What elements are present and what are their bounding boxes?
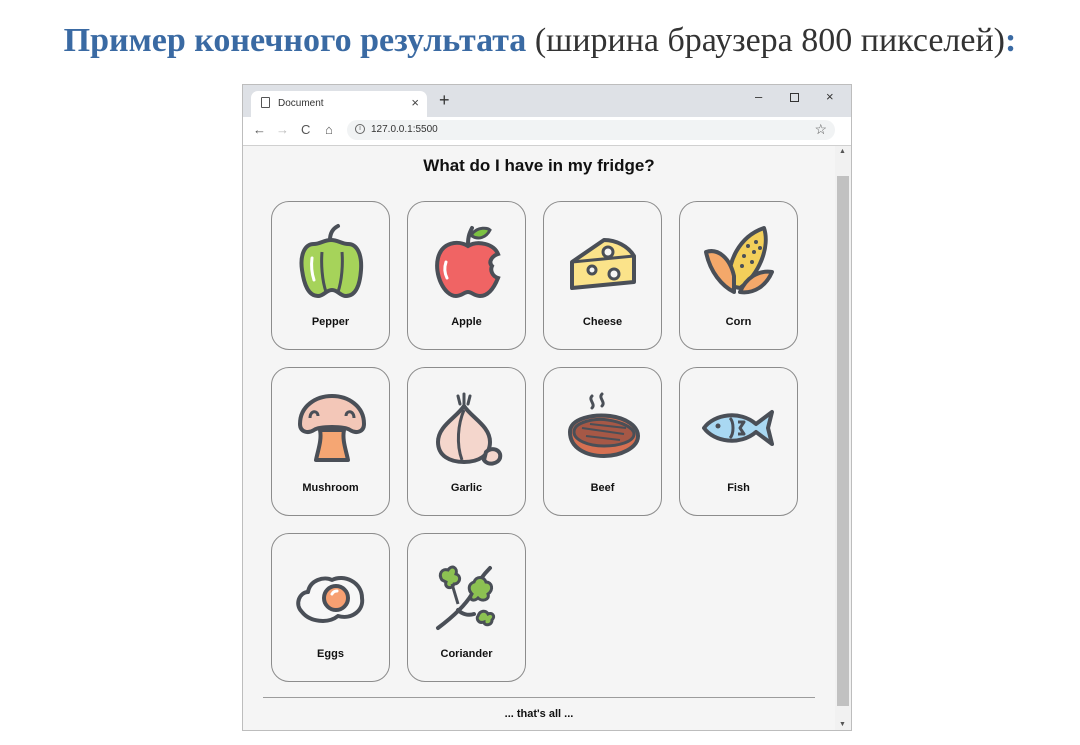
heading-highlight: Пример конечного результата <box>63 22 527 59</box>
page-title: What do I have in my fridge? <box>423 156 655 175</box>
site-info-icon[interactable]: i <box>355 124 365 134</box>
mushroom-icon <box>298 394 366 462</box>
garlic-icon <box>436 392 503 466</box>
coriander-icon <box>436 565 496 630</box>
bookmark-star-icon[interactable]: ☆ <box>814 121 827 138</box>
tab-document[interactable]: Document × <box>251 91 427 117</box>
food-label: Apple <box>451 316 482 328</box>
scroll-down-arrow-icon[interactable]: ▼ <box>839 721 846 728</box>
minimize-button[interactable]: – <box>755 90 762 104</box>
food-card-coriander[interactable]: Coriander <box>407 533 526 682</box>
cheese-icon <box>570 238 636 290</box>
food-label: Coriander <box>440 648 493 660</box>
instruction-heading: Пример конечного результата (ширина брау… <box>0 22 1080 60</box>
tab-close-button[interactable]: × <box>411 96 419 110</box>
home-button[interactable]: ⌂ <box>325 122 333 138</box>
food-card-pepper[interactable]: Pepper <box>271 201 390 350</box>
food-label: Fish <box>727 482 750 494</box>
food-label: Garlic <box>450 482 483 494</box>
food-label: Beef <box>590 482 615 494</box>
heading-colon: : <box>1005 22 1017 59</box>
food-card-garlic[interactable]: Garlic <box>407 367 526 516</box>
maximize-button[interactable] <box>790 93 799 102</box>
scroll-thumb[interactable] <box>837 176 849 706</box>
food-card-apple[interactable]: Apple <box>407 201 526 350</box>
address-bar[interactable]: i 127.0.0.1:5500 ☆ <box>347 120 835 140</box>
food-label: Eggs <box>317 648 344 660</box>
tab-bar: Document × + – × <box>243 85 851 117</box>
new-tab-button[interactable]: + <box>439 90 450 110</box>
food-card-mushroom[interactable]: Mushroom <box>271 367 390 516</box>
page-viewport: What do I have in my fridge? Pepper Appl… <box>243 146 835 730</box>
vertical-scrollbar[interactable]: ▲ ▼ <box>835 146 851 730</box>
tab-title: Document <box>278 98 324 109</box>
fish-icon <box>702 410 774 446</box>
food-card-corn[interactable]: Corn <box>679 201 798 350</box>
scroll-up-arrow-icon[interactable]: ▲ <box>839 148 846 155</box>
browser-toolbar: ← → C ⌂ i 127.0.0.1:5500 ☆ <box>243 117 851 146</box>
pepper-icon <box>299 224 364 299</box>
url-text: 127.0.0.1:5500 <box>371 124 438 135</box>
document-icon <box>261 97 270 108</box>
eggs-icon <box>296 576 365 623</box>
footer-text: ... that's all ... <box>504 708 574 720</box>
back-button[interactable]: ← <box>253 122 266 138</box>
food-label: Corn <box>725 316 752 328</box>
food-card-cheese[interactable]: Cheese <box>543 201 662 350</box>
browser-window: Document × + – × ← → C ⌂ i 127.0.0.1:550… <box>242 84 852 731</box>
apple-icon <box>435 226 501 299</box>
footer-divider <box>263 697 815 698</box>
beef-icon <box>567 392 641 459</box>
reload-button[interactable]: C <box>301 122 310 138</box>
heading-rest: (ширина браузера 800 пикселей) <box>526 22 1006 59</box>
food-label: Pepper <box>311 316 350 328</box>
food-label: Cheese <box>582 316 623 328</box>
food-card-eggs[interactable]: Eggs <box>271 533 390 682</box>
food-card-beef[interactable]: Beef <box>543 367 662 516</box>
corn-icon <box>704 226 774 295</box>
close-window-button[interactable]: × <box>826 90 834 104</box>
forward-button[interactable]: → <box>276 122 289 138</box>
food-card-fish[interactable]: Fish <box>679 367 798 516</box>
food-label: Mushroom <box>302 482 359 494</box>
